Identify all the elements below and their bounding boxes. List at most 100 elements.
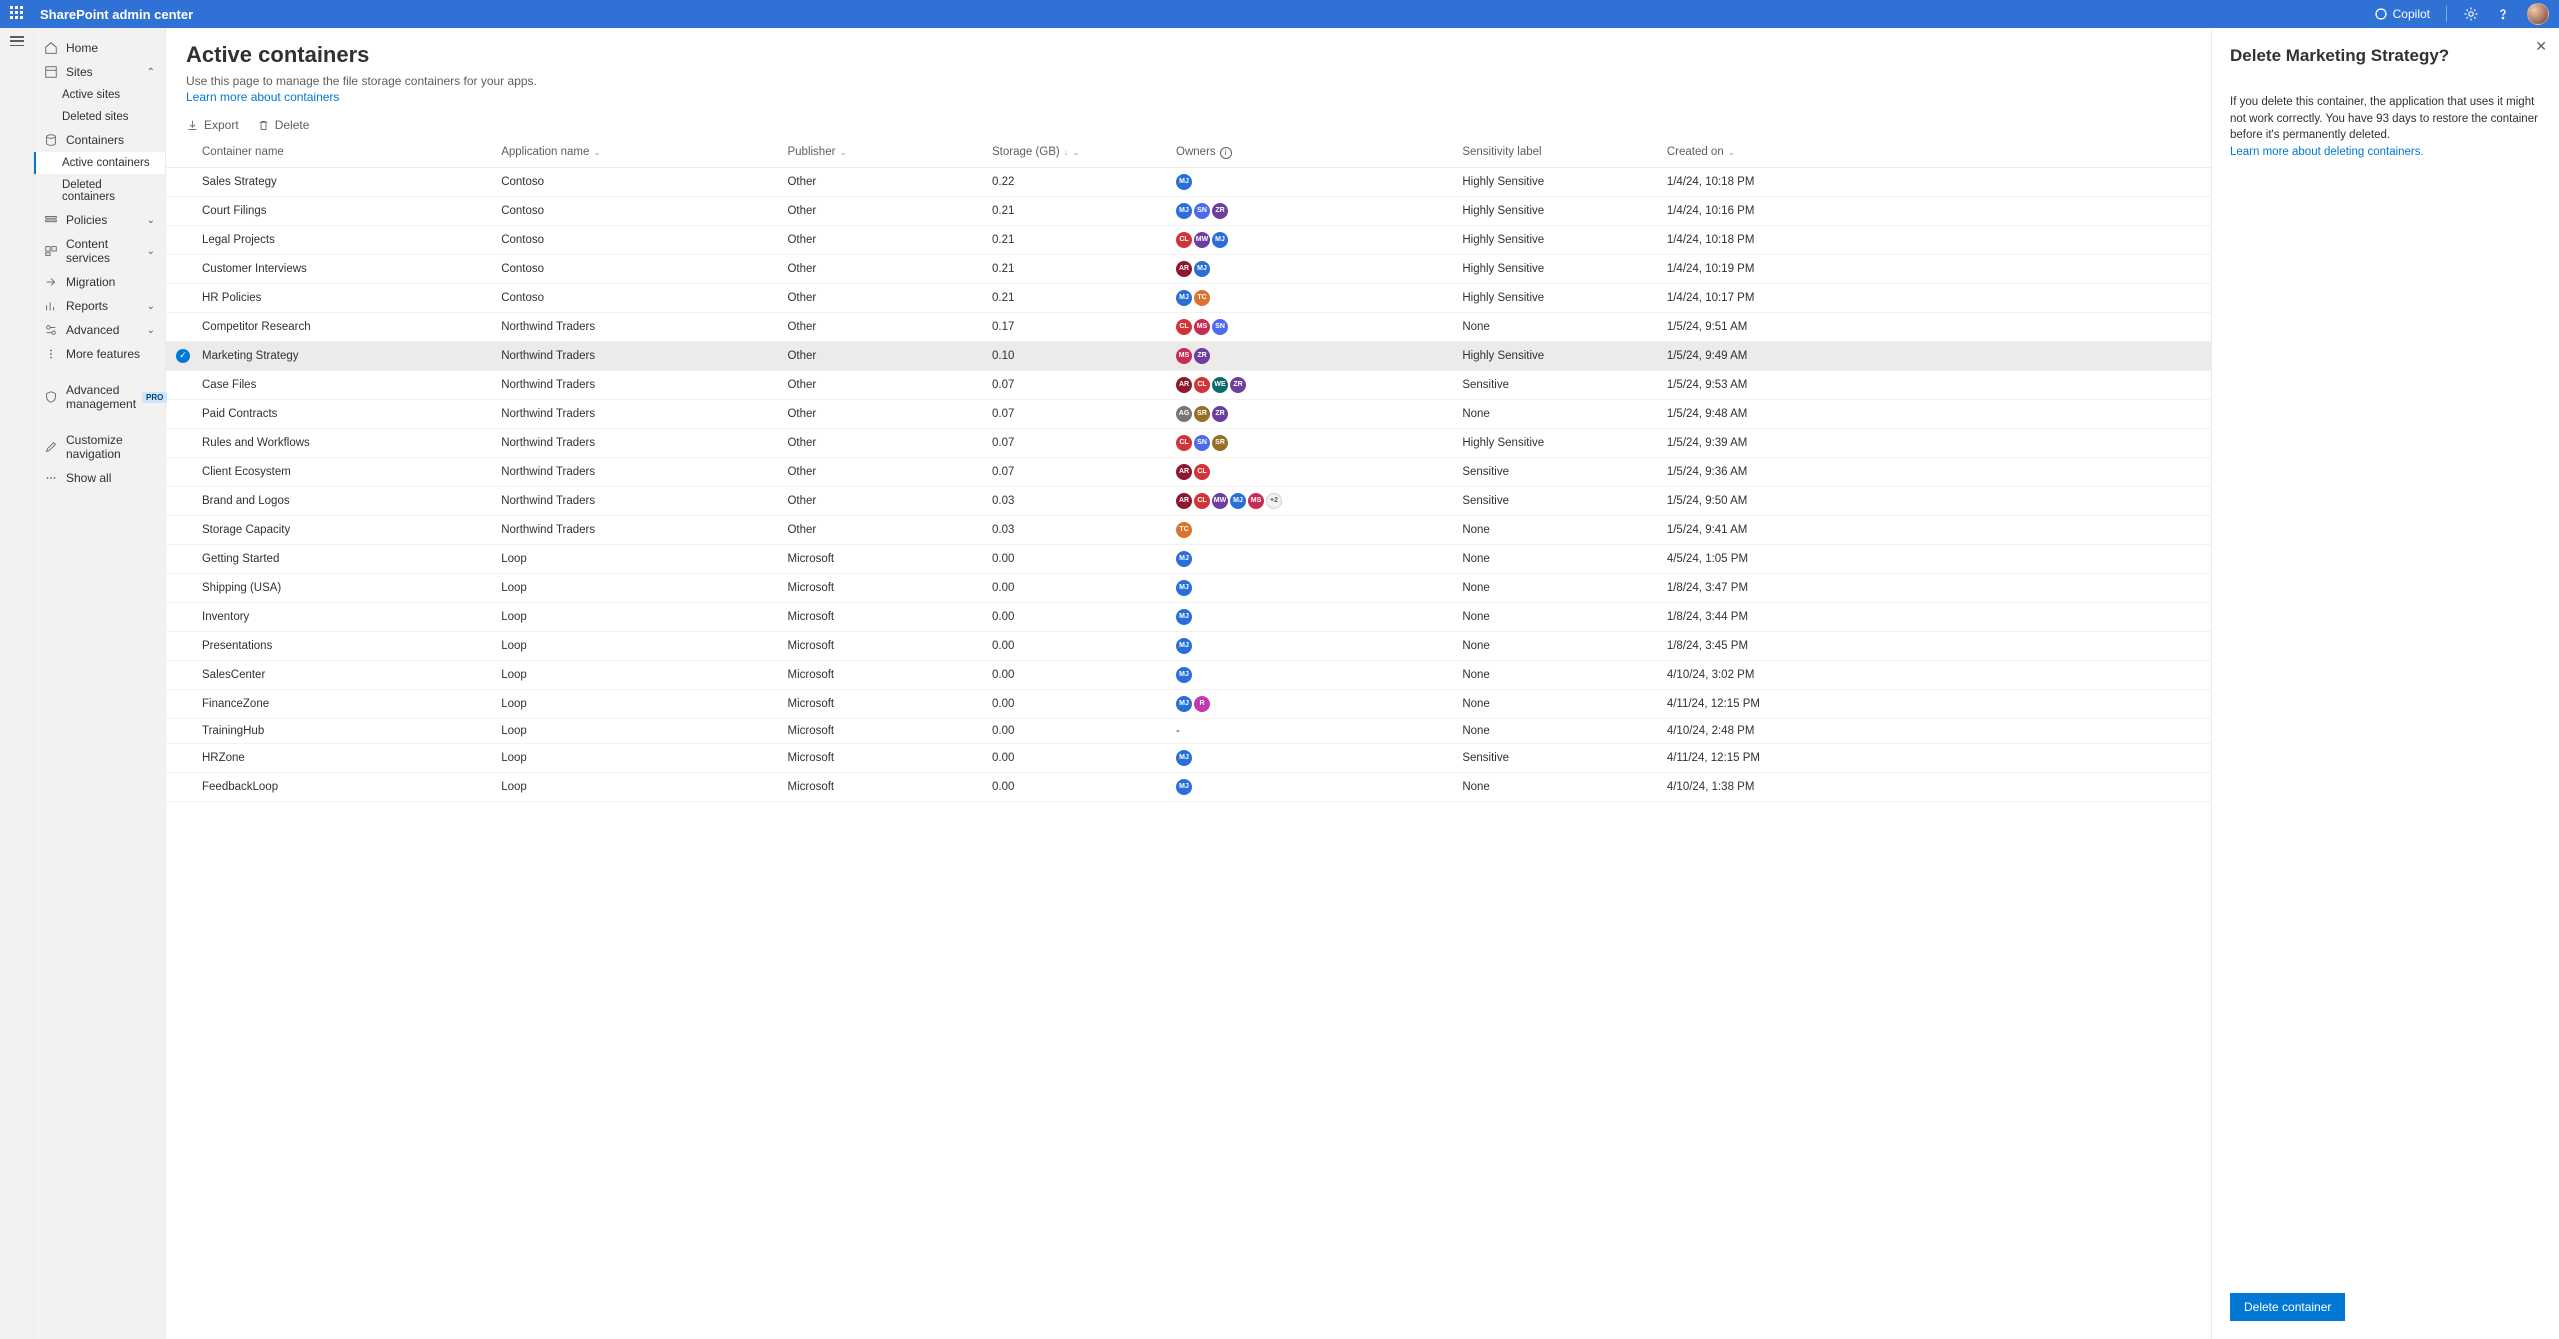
checkmark-icon[interactable]: ✓ [176,349,190,363]
cell-sensitivity: Highly Sensitive [1454,341,1659,370]
settings-icon[interactable] [2463,6,2479,22]
close-icon[interactable]: ✕ [2535,38,2547,55]
nav-active-containers[interactable]: Active containers [34,152,165,174]
table-row[interactable]: HRZoneLoopMicrosoft0.00MJSensitive4/11/2… [166,743,2211,772]
col-sensitivity[interactable]: Sensitivity label [1454,138,1659,167]
cell-app: Contoso [493,196,779,225]
nav-sites[interactable]: Sites ⌃ [34,60,165,84]
nav-containers[interactable]: Containers [34,128,165,152]
cell-name: Inventory [166,602,493,631]
owner-coin: MJ [1176,609,1192,625]
panel-learn-link[interactable]: Learn more about deleting containers. [2230,146,2424,158]
table-row[interactable]: Shipping (USA)LoopMicrosoft0.00MJNone1/8… [166,573,2211,602]
page-description: Use this page to manage the file storage… [186,74,537,88]
nav-label: Active sites [62,89,120,101]
col-publisher[interactable]: Publisher⌄ [779,138,984,167]
cell-app: Loop [493,772,779,801]
migration-icon [44,275,58,289]
cell-created: 1/5/24, 9:51 AM [1659,312,2211,341]
cell-owners: MJ [1168,573,1454,602]
cell-storage: 0.07 [984,370,1168,399]
owner-coin: MJ [1176,779,1192,795]
table-row[interactable]: HR PoliciesContosoOther0.21MJTCHighly Se… [166,283,2211,312]
cell-created: 4/10/24, 1:38 PM [1659,772,2211,801]
table-row[interactable]: SalesCenterLoopMicrosoft0.00MJNone4/10/2… [166,660,2211,689]
nav-active-sites[interactable]: Active sites [34,84,165,106]
table-row[interactable]: Legal ProjectsContosoOther0.21CLMWMJHigh… [166,225,2211,254]
cell-created: 1/4/24, 10:18 PM [1659,167,2211,196]
learn-more-link[interactable]: Learn more about containers [186,90,2191,104]
nav-label: Policies [66,213,107,227]
owner-overflow[interactable]: +2 [1266,493,1282,509]
cell-publisher: Microsoft [779,544,984,573]
cell-sensitivity: None [1454,718,1659,743]
help-icon[interactable] [2495,6,2511,22]
table-row[interactable]: Paid ContractsNorthwind TradersOther0.07… [166,399,2211,428]
table-row[interactable]: Sales StrategyContosoOther0.22MJHighly S… [166,167,2211,196]
cell-storage: 0.17 [984,312,1168,341]
delete-container-button[interactable]: Delete container [2230,1293,2345,1321]
nav-policies[interactable]: Policies ⌄ [34,208,165,232]
col-storage[interactable]: Storage (GB)↓⌄ [984,138,1168,167]
owner-coin: MJ [1176,696,1192,712]
nav-label: Advanced management [66,383,136,411]
table-row[interactable]: Competitor ResearchNorthwind TradersOthe… [166,312,2211,341]
table-row[interactable]: Rules and WorkflowsNorthwind TradersOthe… [166,428,2211,457]
table-row[interactable]: Getting StartedLoopMicrosoft0.00MJNone4/… [166,544,2211,573]
nav-toggle-icon[interactable] [10,36,24,46]
cell-publisher: Microsoft [779,689,984,718]
cell-storage: 0.03 [984,486,1168,515]
cell-publisher: Microsoft [779,660,984,689]
nav-migration[interactable]: Migration [34,270,165,294]
table-row[interactable]: Case FilesNorthwind TradersOther0.07ARCL… [166,370,2211,399]
copilot-button[interactable]: Copilot [2373,6,2430,22]
nav-show-all[interactable]: Show all [34,466,165,490]
nav-label: Content services [66,237,147,265]
table-row[interactable]: Storage CapacityNorthwind TradersOther0.… [166,515,2211,544]
shield-icon [44,390,58,404]
nav-advanced-management[interactable]: Advanced management PRO [34,378,165,416]
nav-home[interactable]: Home [34,36,165,60]
delete-button[interactable]: Delete [257,118,310,132]
nav-reports[interactable]: Reports ⌄ [34,294,165,318]
cell-publisher: Microsoft [779,573,984,602]
table-row[interactable]: FeedbackLoopLoopMicrosoft0.00MJNone4/10/… [166,772,2211,801]
sort-down-icon: ↓ [1064,147,1069,157]
table-row[interactable]: PresentationsLoopMicrosoft0.00MJNone1/8/… [166,631,2211,660]
table-row[interactable]: InventoryLoopMicrosoft0.00MJNone1/8/24, … [166,602,2211,631]
table-row[interactable]: TrainingHubLoopMicrosoft0.00-None4/10/24… [166,718,2211,743]
cell-name: Competitor Research [166,312,493,341]
owner-coin: TC [1176,522,1192,538]
owner-coin: MJ [1176,750,1192,766]
cell-owners: MJ [1168,772,1454,801]
user-avatar[interactable] [2527,3,2549,25]
nav-deleted-containers[interactable]: Deleted containers [34,174,165,208]
owner-coin: MJ [1176,667,1192,683]
cell-owners: MJTC [1168,283,1454,312]
cell-publisher: Other [779,283,984,312]
nav-content-services[interactable]: Content services ⌄ [34,232,165,270]
col-container[interactable]: Container name [166,138,493,167]
cell-sensitivity: None [1454,544,1659,573]
table-row[interactable]: Brand and LogosNorthwind TradersOther0.0… [166,486,2211,515]
nav-deleted-sites[interactable]: Deleted sites [34,106,165,128]
table-row[interactable]: Customer InterviewsContosoOther0.21ARMJH… [166,254,2211,283]
nav-advanced[interactable]: Advanced ⌄ [34,318,165,342]
app-launcher-icon[interactable] [10,6,26,22]
cell-app: Northwind Traders [493,486,779,515]
nav-more-features[interactable]: More features [34,342,165,366]
col-created[interactable]: Created on⌄ [1659,138,2211,167]
cell-sensitivity: None [1454,660,1659,689]
cell-app: Loop [493,631,779,660]
table-row[interactable]: ✓Marketing StrategyNorthwind TradersOthe… [166,341,2211,370]
cell-storage: 0.10 [984,341,1168,370]
table-row[interactable]: Client EcosystemNorthwind TradersOther0.… [166,457,2211,486]
nav-customize[interactable]: Customize navigation [34,428,165,466]
col-app[interactable]: Application name⌄ [493,138,779,167]
cell-publisher: Other [779,225,984,254]
export-button[interactable]: Export [186,118,239,132]
col-owners[interactable]: Ownersi [1168,138,1454,167]
table-row[interactable]: Court FilingsContosoOther0.21MJSNZRHighl… [166,196,2211,225]
nav-label: More features [66,347,140,361]
table-row[interactable]: FinanceZoneLoopMicrosoft0.00MJRNone4/11/… [166,689,2211,718]
